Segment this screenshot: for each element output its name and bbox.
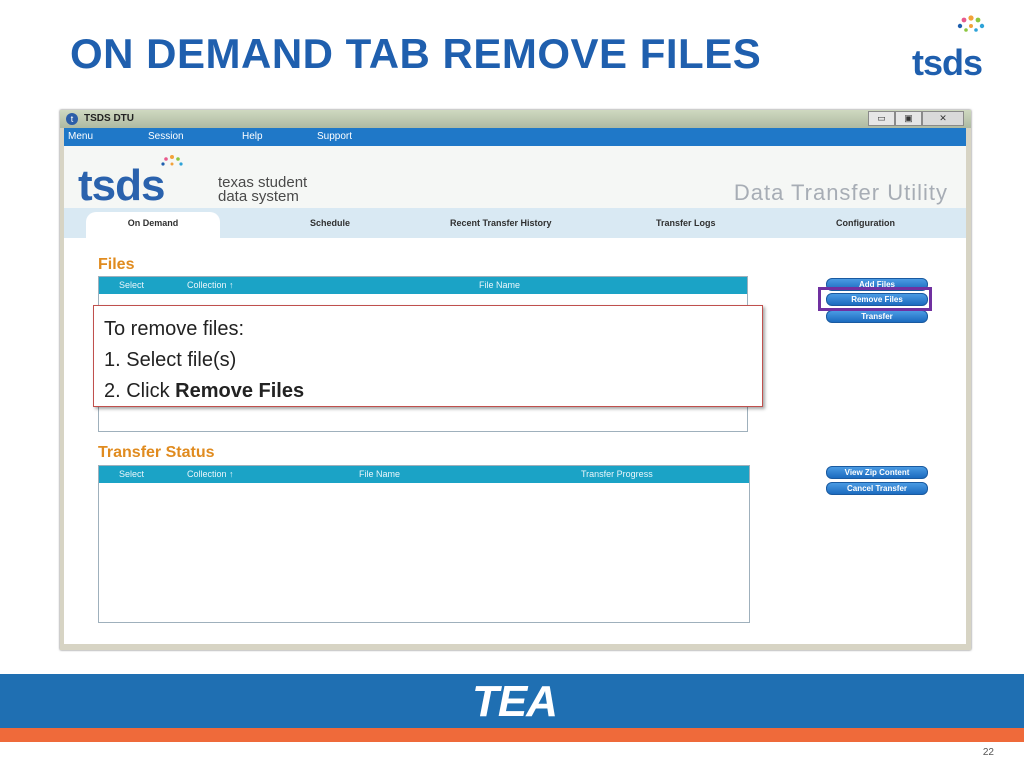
callout-line-1: To remove files: bbox=[104, 318, 245, 340]
cancel-transfer-button[interactable]: Cancel Transfer bbox=[826, 482, 928, 495]
menu-item-session[interactable]: Session bbox=[148, 131, 184, 142]
app-icon: t bbox=[66, 113, 78, 125]
tea-logo: TEA bbox=[472, 677, 558, 726]
col-select[interactable]: Select bbox=[119, 469, 144, 479]
transfer-status-grid[interactable]: Select Collection ↑ File Name Transfer P… bbox=[98, 465, 750, 623]
view-zip-content-button[interactable]: View Zip Content bbox=[826, 466, 928, 479]
col-select[interactable]: Select bbox=[119, 280, 144, 290]
minimize-button[interactable]: ▭ bbox=[868, 111, 895, 126]
menu-item-menu[interactable]: Menu bbox=[68, 131, 93, 142]
app-header: tsds texas student data system Data Tran… bbox=[64, 146, 966, 208]
maximize-button[interactable]: ▣ bbox=[895, 111, 922, 126]
transfer-grid-header: Select Collection ↑ File Name Transfer P… bbox=[99, 466, 749, 483]
tab-on-demand[interactable]: On Demand bbox=[86, 212, 220, 238]
callout-line-2: 1. Select file(s) bbox=[104, 349, 237, 371]
tab-schedule[interactable]: Schedule bbox=[310, 218, 350, 228]
col-transfer-progress[interactable]: Transfer Progress bbox=[581, 469, 653, 479]
tab-bar: On Demand Schedule Recent Transfer Histo… bbox=[64, 208, 966, 238]
col-file-name[interactable]: File Name bbox=[359, 469, 400, 479]
window-titlebar: t TSDS DTU ▭ ▣ ✕ bbox=[60, 110, 971, 128]
transfer-status-section-title: Transfer Status bbox=[98, 444, 215, 461]
window-title: TSDS DTU bbox=[84, 113, 134, 124]
instruction-callout: To remove files: 1. Select file(s) 2. Cl… bbox=[93, 305, 763, 407]
menu-bar: Menu Session Help Support bbox=[64, 128, 966, 146]
product-name: Data Transfer Utility bbox=[733, 180, 948, 205]
tab-transfer-logs[interactable]: Transfer Logs bbox=[656, 218, 716, 228]
remove-files-highlight bbox=[818, 287, 932, 311]
files-section-title: Files bbox=[98, 256, 135, 273]
logo-dots-icon bbox=[957, 15, 985, 32]
menu-item-support[interactable]: Support bbox=[317, 131, 352, 142]
logo-subtitle-line2: data system bbox=[218, 188, 299, 205]
tab-recent-transfer-history[interactable]: Recent Transfer History bbox=[450, 218, 552, 228]
callout-line-3-prefix: 2. Click bbox=[104, 380, 176, 402]
menu-item-help[interactable]: Help bbox=[242, 131, 263, 142]
logo-wordmark: tsds bbox=[912, 42, 983, 83]
page-number: 22 bbox=[982, 747, 994, 758]
slide-title: ON DEMAND TAB REMOVE FILES bbox=[70, 30, 762, 77]
app-logo: tsds texas student data system bbox=[78, 154, 368, 210]
col-collection[interactable]: Collection ↑ bbox=[187, 280, 234, 290]
tsds-logo: tsds bbox=[912, 14, 994, 83]
footer-stripe bbox=[0, 728, 1024, 742]
transfer-button[interactable]: Transfer bbox=[826, 310, 928, 323]
app-logo-wordmark: tsds bbox=[78, 161, 165, 210]
tab-configuration[interactable]: Configuration bbox=[836, 218, 895, 228]
app-logo-subtitle: texas student data system bbox=[218, 175, 307, 205]
close-button[interactable]: ✕ bbox=[922, 111, 964, 126]
callout-line-3-bold: Remove Files bbox=[175, 380, 305, 402]
col-file-name[interactable]: File Name bbox=[479, 280, 520, 290]
col-collection[interactable]: Collection ↑ bbox=[187, 469, 234, 479]
callout-line-3: 2. Click Remove Files bbox=[104, 376, 752, 407]
files-grid-header: Select Collection ↑ File Name bbox=[99, 277, 747, 294]
